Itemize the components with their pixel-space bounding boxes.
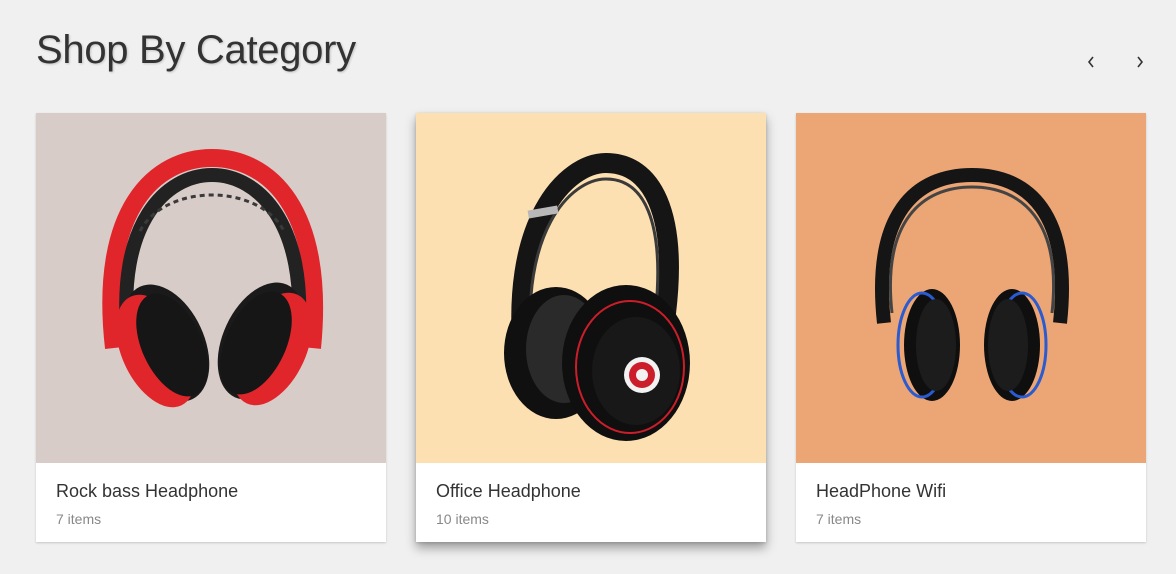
category-count: 7 items — [816, 511, 862, 527]
chevron-right-icon — [1137, 56, 1144, 68]
image-background — [796, 113, 1146, 463]
category-count: 7 items — [56, 511, 102, 527]
category-title[interactable]: Rock bass Headphone — [56, 480, 366, 502]
category-image[interactable] — [796, 113, 1146, 463]
category-card[interactable]: Office Headphone 10 items — [416, 113, 766, 542]
carousel-next-button[interactable] — [1128, 50, 1152, 74]
headphone-red-image — [36, 113, 386, 463]
category-image[interactable] — [36, 113, 386, 463]
category-card[interactable]: Rock bass Headphone 7 items — [36, 113, 386, 542]
headphone-blue-image — [796, 113, 1146, 463]
category-title[interactable]: Office Headphone — [436, 480, 746, 502]
category-image[interactable] — [416, 113, 766, 463]
headphone-black-image — [416, 113, 766, 463]
category-card[interactable]: HeadPhone Wifi 7 items — [796, 113, 1146, 542]
carousel-prev-button[interactable] — [1079, 50, 1103, 74]
category-title[interactable]: HeadPhone Wifi — [816, 480, 1126, 502]
chevron-left-icon — [1087, 56, 1094, 68]
section-title: Shop By Category — [36, 28, 356, 72]
category-count: 10 items — [436, 511, 489, 527]
